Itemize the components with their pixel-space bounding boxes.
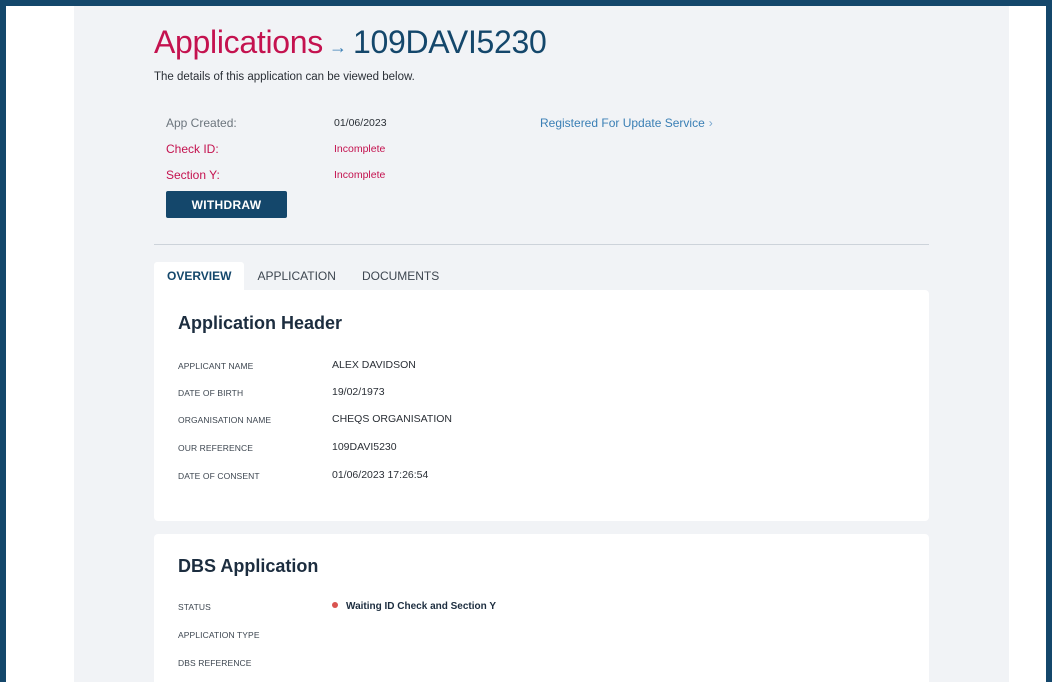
tab-application[interactable]: APPLICATION: [244, 262, 348, 290]
tab-bar: OVERVIEW APPLICATION DOCUMENTS: [154, 262, 452, 290]
tab-overview[interactable]: OVERVIEW: [154, 262, 245, 290]
status-value: Waiting ID Check and Section Y: [346, 601, 497, 612]
organisation-name-value: CHEQS ORGANISATION: [332, 413, 452, 425]
meta-row-app-created: App Created: 01/06/2023 Registered For U…: [166, 116, 766, 142]
field-row-application-type: APPLICATION TYPE: [178, 628, 878, 648]
meta-row-check-id: Check ID: Incomplete: [166, 142, 766, 168]
app-created-label: App Created:: [166, 116, 237, 130]
section-y-label: Section Y:: [166, 168, 220, 182]
application-details-page: Applications → 109DAVI5230 The details o…: [74, 6, 1009, 682]
breadcrumb-applications[interactable]: Applications: [154, 24, 323, 61]
section-y-status: Incomplete: [334, 169, 386, 181]
status-label: STATUS: [178, 602, 211, 612]
section-divider: [154, 244, 929, 245]
tab-documents[interactable]: DOCUMENTS: [349, 262, 452, 290]
page-title: Applications → 109DAVI5230: [154, 24, 547, 61]
breadcrumb-arrow-icon: →: [328, 37, 347, 57]
dbs-application-card: DBS Application STATUS Waiting ID Check …: [154, 534, 929, 682]
withdraw-button[interactable]: WITHDRAW: [166, 191, 287, 218]
dbs-reference-label: DBS REFERENCE: [178, 658, 252, 668]
chevron-right-icon: ›: [708, 116, 713, 130]
check-id-label: Check ID:: [166, 142, 219, 156]
field-row-our-reference: OUR REFERENCE 109DAVI5230: [178, 441, 878, 461]
application-meta: App Created: 01/06/2023 Registered For U…: [166, 116, 766, 194]
field-row-applicant-name: APPLICANT NAME ALEX DAVIDSON: [178, 359, 878, 379]
application-header-card: Application Header APPLICANT NAME ALEX D…: [154, 290, 929, 521]
application-reference-title: 109DAVI5230: [352, 24, 547, 60]
our-reference-value: 109DAVI5230: [332, 441, 397, 453]
our-reference-label: OUR REFERENCE: [178, 443, 253, 453]
field-row-date-of-consent: DATE OF CONSENT 01/06/2023 17:26:54: [178, 469, 878, 489]
applicant-name-label: APPLICANT NAME: [178, 361, 254, 371]
page-subtitle: The details of this application can be v…: [154, 71, 415, 83]
date-of-consent-label: DATE OF CONSENT: [178, 471, 260, 481]
dbs-application-title: DBS Application: [178, 556, 319, 576]
field-row-status: STATUS Waiting ID Check and Section Y: [178, 600, 878, 620]
applicant-name-value: ALEX DAVIDSON: [332, 359, 416, 371]
field-row-dbs-reference: DBS REFERENCE: [178, 656, 878, 676]
app-created-value: 01/06/2023: [334, 117, 387, 129]
check-id-status: Incomplete: [334, 143, 386, 155]
update-service-link-label: Registered For Update Service: [540, 116, 705, 130]
date-of-consent-value: 01/06/2023 17:26:54: [332, 469, 429, 481]
update-service-link[interactable]: Registered For Update Service ›: [540, 116, 713, 130]
status-badge: Waiting ID Check and Section Y: [332, 600, 496, 612]
organisation-name-label: ORGANISATION NAME: [178, 415, 272, 425]
field-row-organisation-name: ORGANISATION NAME CHEQS ORGANISATION: [178, 413, 878, 433]
date-of-birth-label: DATE OF BIRTH: [178, 388, 244, 398]
date-of-birth-value: 19/02/1973: [332, 386, 385, 398]
field-row-date-of-birth: DATE OF BIRTH 19/02/1973: [178, 386, 878, 406]
status-dot-icon: [332, 602, 338, 609]
application-header-title: Application Header: [178, 313, 343, 333]
application-type-label: APPLICATION TYPE: [178, 630, 260, 640]
